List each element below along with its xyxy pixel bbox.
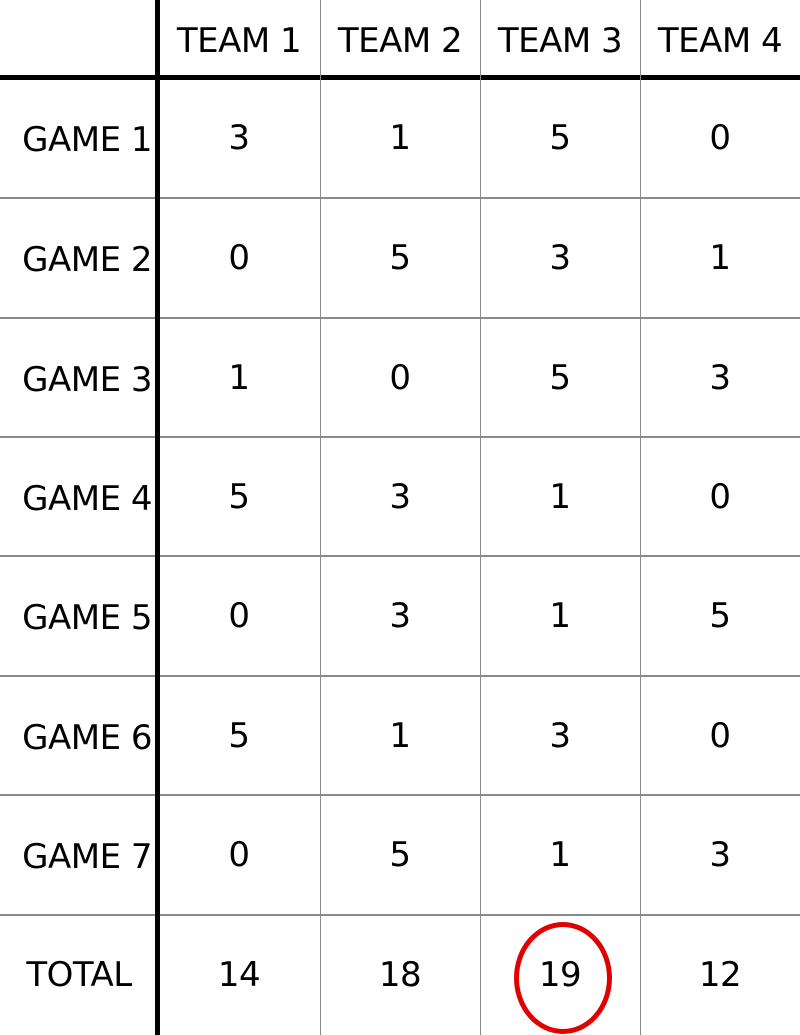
row-label: GAME 7 <box>22 837 152 877</box>
row-divider <box>0 197 800 199</box>
row-divider <box>0 794 800 796</box>
score-cell: 1 <box>389 715 411 756</box>
row-divider <box>0 317 800 319</box>
score-cell: 5 <box>228 476 250 517</box>
row-label: GAME 5 <box>22 598 152 638</box>
score-cell: 0 <box>709 715 731 756</box>
score-cell: 3 <box>389 596 411 636</box>
column-header: TEAM 2 <box>337 21 463 61</box>
score-cell: 3 <box>549 238 571 278</box>
score-cell: 1 <box>549 476 571 517</box>
row-label: GAME 6 <box>22 717 152 758</box>
row-label: GAME 2 <box>22 240 152 280</box>
score-cell: 1 <box>389 118 411 158</box>
score-cell: 5 <box>549 118 571 158</box>
column-header: TEAM 3 <box>497 21 623 61</box>
score-cell: 5 <box>389 238 411 278</box>
column-divider <box>480 0 481 1035</box>
label-divider <box>155 0 160 1035</box>
total-label: TOTAL <box>26 955 132 995</box>
column-divider <box>640 0 641 1035</box>
score-cell: 3 <box>709 835 731 875</box>
column-header: TEAM 1 <box>176 21 302 61</box>
header-divider <box>0 75 800 80</box>
score-cell: 3 <box>228 118 250 158</box>
row-label: GAME 3 <box>22 359 152 400</box>
highlight-circle <box>514 922 612 1034</box>
total-cell: 18 <box>378 955 422 995</box>
score-cell: 0 <box>709 476 731 517</box>
score-cell: 1 <box>228 357 250 398</box>
score-cell: 5 <box>389 835 411 875</box>
row-divider <box>0 914 800 916</box>
row-divider <box>0 436 800 438</box>
score-cell: 0 <box>709 118 731 158</box>
score-cell: 0 <box>228 835 250 875</box>
row-label: GAME 4 <box>22 478 152 519</box>
score-cell: 5 <box>228 715 250 756</box>
score-cell: 3 <box>549 715 571 756</box>
total-cell: 12 <box>698 955 742 995</box>
score-cell: 3 <box>709 357 731 398</box>
row-divider <box>0 675 800 677</box>
score-cell: 1 <box>549 596 571 636</box>
score-cell: 1 <box>549 835 571 875</box>
score-cell: 5 <box>709 596 731 636</box>
score-cell: 0 <box>389 357 411 398</box>
total-cell: 14 <box>217 955 261 995</box>
row-divider <box>0 555 800 557</box>
column-header: TEAM 4 <box>657 21 783 61</box>
column-divider <box>320 0 321 1035</box>
score-cell: 5 <box>549 357 571 398</box>
score-cell: 0 <box>228 238 250 278</box>
score-cell: 3 <box>389 476 411 517</box>
score-cell: 0 <box>228 596 250 636</box>
score-cell: 1 <box>709 238 731 278</box>
row-label: GAME 1 <box>22 120 152 160</box>
score-table: TEAM 1 TEAM 2 TEAM 3 TEAM 4 GAME 1 3 1 5 0 GAME 2… <box>0 0 800 1035</box>
